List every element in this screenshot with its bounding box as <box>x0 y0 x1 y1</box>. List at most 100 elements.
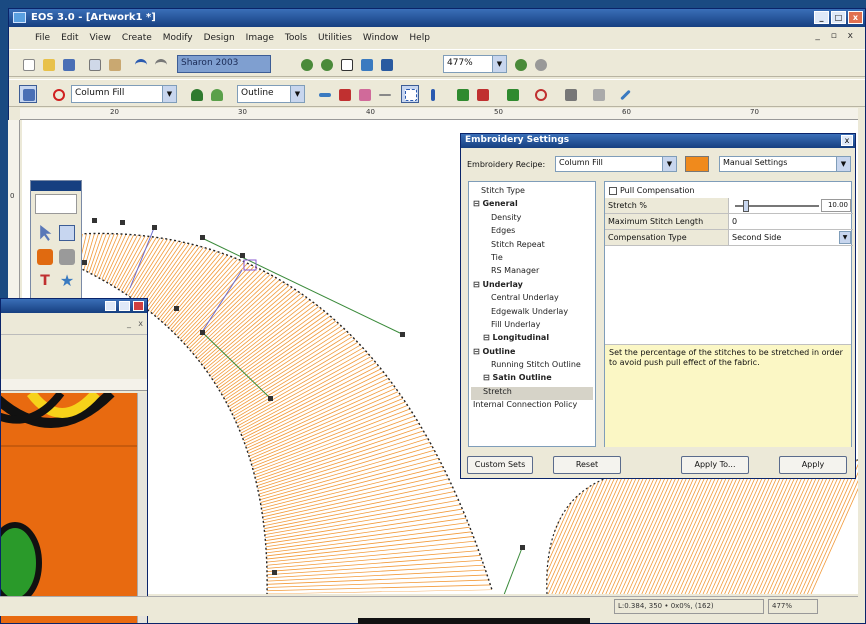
mdi-minimize-icon[interactable]: _ <box>127 319 131 328</box>
property-row[interactable]: Maximum Stitch Length 0 <box>605 214 853 230</box>
stretch-value[interactable]: 10.00 <box>821 199 851 212</box>
tree-item[interactable]: Edgewalk Underlay <box>471 307 593 320</box>
settings-mode-select[interactable]: Manual Settings ▼ <box>719 156 851 172</box>
tree-item[interactable]: ⊟ Longitudinal <box>471 333 593 346</box>
tree-item[interactable]: Stretch <box>471 386 593 401</box>
close-button[interactable]: x <box>848 11 863 24</box>
node[interactable] <box>152 225 157 230</box>
outline-select[interactable]: Outline ▼ <box>237 85 305 103</box>
stitch-type-select[interactable]: Column Fill ▼ <box>71 85 177 103</box>
copy-icon[interactable] <box>85 55 103 73</box>
menu-tools[interactable]: Tools <box>285 33 307 43</box>
pan-icon[interactable] <box>531 55 549 73</box>
property-value[interactable]: Second Side <box>732 233 781 242</box>
menu-window[interactable]: Window <box>363 33 399 43</box>
close-icon[interactable] <box>133 301 144 311</box>
tool-palette-titlebar[interactable] <box>31 181 81 191</box>
artwork-window-titlebar[interactable] <box>1 299 147 313</box>
property-row[interactable]: Compensation Type Second Side ▼ <box>605 230 853 246</box>
stitch-icon[interactable] <box>355 85 373 103</box>
node[interactable] <box>200 330 205 335</box>
frame-icon[interactable] <box>401 85 419 103</box>
node[interactable] <box>174 306 179 311</box>
stretch-slider-thumb[interactable] <box>743 200 749 212</box>
undo-icon[interactable] <box>131 55 149 73</box>
line-icon[interactable] <box>375 85 393 103</box>
tree-outline-icon[interactable] <box>207 85 225 103</box>
apply-to-button[interactable]: Apply To... <box>681 456 749 474</box>
tree-item[interactable]: RS Manager <box>471 266 593 279</box>
fill-tool-icon[interactable] <box>37 249 53 265</box>
maximize-button[interactable]: □ <box>831 11 846 24</box>
tree-item[interactable]: Central Underlay <box>471 293 593 306</box>
zoom-in-icon[interactable] <box>297 55 315 73</box>
no-entry-icon[interactable] <box>49 85 67 103</box>
add-node-icon[interactable] <box>453 85 471 103</box>
design-name-field[interactable]: Sharon 2003 <box>177 55 271 73</box>
measure-icon[interactable] <box>615 85 633 103</box>
text-tool-icon[interactable]: T <box>37 273 53 289</box>
property-value[interactable]: 0 <box>732 217 737 226</box>
circle-icon[interactable] <box>531 85 549 103</box>
apply-button[interactable]: Apply <box>779 456 847 474</box>
tree-item[interactable]: Internal Connection Policy <box>471 400 593 413</box>
tree-icon[interactable] <box>187 85 205 103</box>
reshape-tool-icon[interactable] <box>59 225 75 241</box>
artwork-scrollbar[interactable] <box>137 393 147 623</box>
node[interactable] <box>240 253 245 258</box>
reset-button[interactable]: Reset <box>553 456 621 474</box>
tree-item[interactable]: Stitch Type <box>471 186 593 199</box>
tree-item[interactable]: Running Stitch Outline <box>471 360 593 373</box>
menu-create[interactable]: Create <box>122 33 152 43</box>
node[interactable] <box>272 570 277 575</box>
recipe-select[interactable]: Column Fill ▼ <box>555 156 677 172</box>
custom-sets-button[interactable]: Custom Sets <box>467 456 533 474</box>
node[interactable] <box>82 260 87 265</box>
tree-item[interactable]: Edges <box>471 226 593 239</box>
menu-utilities[interactable]: Utilities <box>318 33 352 43</box>
minimize-icon[interactable] <box>105 301 116 311</box>
recipe-color-swatch[interactable] <box>685 156 709 172</box>
display-icon[interactable] <box>377 55 395 73</box>
tree-item[interactable]: ⊟ Underlay <box>471 280 593 293</box>
direction-icon[interactable] <box>503 85 521 103</box>
tree-item[interactable]: Tie <box>471 253 593 266</box>
maximize-icon[interactable] <box>119 301 130 311</box>
new-icon[interactable] <box>19 55 37 73</box>
save-icon[interactable] <box>59 55 77 73</box>
tree-item[interactable]: Stitch Repeat <box>471 240 593 253</box>
zoom-out-icon[interactable] <box>317 55 335 73</box>
minimize-button[interactable]: _ <box>814 11 829 24</box>
pointer-tool-icon[interactable] <box>40 225 52 241</box>
tree-item[interactable]: ⊟ Satin Outline <box>471 373 593 386</box>
menu-view[interactable]: View <box>90 33 111 43</box>
star-tool-icon[interactable]: ★ <box>59 273 75 289</box>
menu-help[interactable]: Help <box>409 33 430 43</box>
remove-node-icon[interactable] <box>473 85 491 103</box>
view-icon[interactable] <box>357 55 375 73</box>
chevron-down-icon[interactable]: ▼ <box>839 231 851 244</box>
dialog-close-button[interactable]: x <box>841 135 853 146</box>
needle-icon[interactable] <box>315 85 333 103</box>
align-icon[interactable] <box>589 85 607 103</box>
tree-item[interactable]: Fill Underlay <box>471 320 593 333</box>
paste-icon[interactable] <box>105 55 123 73</box>
zoom-fit-icon[interactable] <box>511 55 529 73</box>
node[interactable] <box>400 332 405 337</box>
menu-file[interactable]: File <box>35 33 50 43</box>
redo-icon[interactable] <box>151 55 169 73</box>
grid-icon[interactable] <box>337 55 355 73</box>
menu-design[interactable]: Design <box>204 33 235 43</box>
node[interactable] <box>92 218 97 223</box>
node[interactable] <box>268 396 273 401</box>
tree-item[interactable]: Density <box>471 213 593 226</box>
tree-item[interactable]: ⊟ General <box>471 199 593 212</box>
tree-item[interactable]: ⊟ Outline <box>471 347 593 360</box>
menu-edit[interactable]: Edit <box>61 33 78 43</box>
checkbox-icon[interactable] <box>609 186 617 195</box>
zoom-select[interactable]: 477% ▼ <box>443 55 507 73</box>
settings-tree[interactable]: Stitch Type ⊟ General Density Edges Stitch R… <box>468 181 596 447</box>
node[interactable] <box>200 235 205 240</box>
color-icon[interactable] <box>335 85 353 103</box>
trace-tool-icon[interactable] <box>59 249 75 265</box>
